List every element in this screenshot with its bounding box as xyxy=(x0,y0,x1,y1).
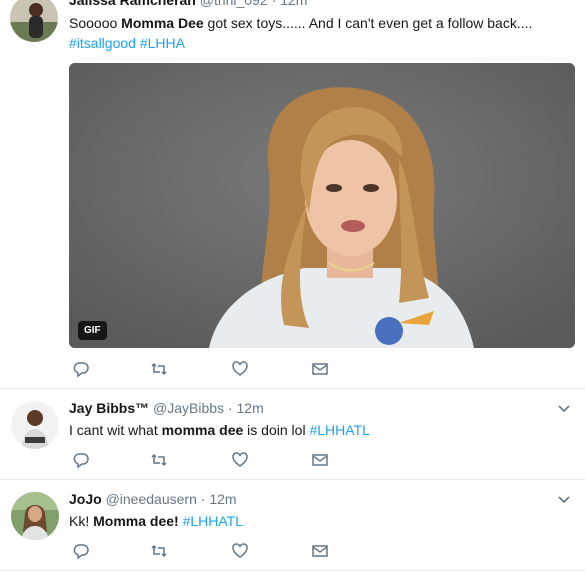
text-segment: I cant wit what xyxy=(69,422,162,438)
tweet[interactable]: JoJo @ineedausern · 12m Kk! Momma dee! #… xyxy=(0,480,585,571)
retweet-icon[interactable] xyxy=(150,360,168,378)
text-segment: Kk! xyxy=(69,513,94,529)
chevron-down-icon[interactable] xyxy=(557,401,571,415)
like-icon[interactable] xyxy=(231,360,249,378)
reply-icon[interactable] xyxy=(72,360,90,378)
like-icon[interactable] xyxy=(231,451,249,469)
message-icon[interactable] xyxy=(311,542,329,560)
tweet[interactable]: Jay Bibbs™ @JayBibbs · 12m I cant wit wh… xyxy=(0,389,585,480)
tweet-text: Sooooo Momma Dee got sex toys...... And … xyxy=(69,14,532,33)
avatar[interactable] xyxy=(11,401,59,449)
hashtag-link[interactable]: #LHHATL xyxy=(183,513,243,529)
avatar[interactable] xyxy=(10,0,58,42)
tweet-actions xyxy=(69,542,369,562)
display-name[interactable]: JoJo xyxy=(69,491,102,507)
timestamp[interactable]: 12m xyxy=(209,491,236,507)
highlighted-term: momma dee xyxy=(161,422,244,438)
separator-dot: · xyxy=(271,0,277,8)
hashtag-link[interactable]: #LHHA xyxy=(140,35,185,51)
tweet-header: JoJo @ineedausern · 12m xyxy=(69,491,237,507)
like-icon[interactable] xyxy=(231,542,249,560)
user-handle[interactable]: @JayBibbs xyxy=(153,400,224,416)
tweet-text: Kk! Momma dee! #LHHATL xyxy=(69,512,243,531)
gif-image xyxy=(69,63,575,348)
message-icon[interactable] xyxy=(311,360,329,378)
tweet-header: Jay Bibbs™ @JayBibbs · 12m xyxy=(69,400,264,416)
tweet-actions xyxy=(69,451,369,471)
reply-icon[interactable] xyxy=(72,542,90,560)
tweet-hashtags: #itsallgood #LHHA xyxy=(69,34,185,53)
hashtag-link[interactable]: #LHHATL xyxy=(309,422,369,438)
hashtag-link[interactable]: #itsallgood xyxy=(69,35,136,51)
tweet-text: I cant wit what momma dee is doin lol #L… xyxy=(69,421,370,440)
user-handle[interactable]: @ineedausern xyxy=(106,491,197,507)
text-segment: is doin lol xyxy=(243,422,310,438)
message-icon[interactable] xyxy=(311,451,329,469)
chevron-down-icon[interactable] xyxy=(557,492,571,506)
tweet[interactable]: Jalissa Ramcheran @trini_092 · 12m Soooo… xyxy=(0,0,585,389)
gif-media[interactable]: GIF xyxy=(69,63,575,348)
separator-dot: · xyxy=(227,400,233,416)
timestamp[interactable]: 12m xyxy=(237,400,264,416)
retweet-icon[interactable] xyxy=(150,451,168,469)
text-segment: Sooooo xyxy=(69,15,122,31)
display-name[interactable]: Jay Bibbs™ xyxy=(69,400,149,416)
user-handle[interactable]: @trini_092 xyxy=(200,0,268,8)
highlighted-term: Momma Dee xyxy=(121,15,204,31)
gif-badge: GIF xyxy=(78,321,107,340)
text-segment: got sex toys...... And I can't even get … xyxy=(203,15,533,31)
retweet-icon[interactable] xyxy=(150,542,168,560)
avatar[interactable] xyxy=(11,492,59,540)
tweet-actions xyxy=(69,360,369,380)
tweet-header: Jalissa Ramcheran @trini_092 · 12m xyxy=(69,0,307,8)
highlighted-term: Momma dee! xyxy=(93,513,179,529)
reply-icon[interactable] xyxy=(72,451,90,469)
display-name[interactable]: Jalissa Ramcheran xyxy=(69,0,196,8)
timestamp[interactable]: 12m xyxy=(280,0,307,8)
separator-dot: · xyxy=(200,491,206,507)
